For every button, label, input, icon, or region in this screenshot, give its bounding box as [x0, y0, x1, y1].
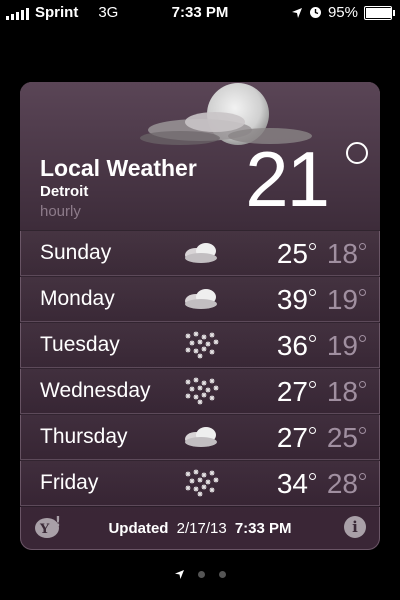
updated-time: 7:33 PM [234, 520, 292, 537]
forecast-list: Sunday 25 18 Monday 39 19 Tuesday 36 19 Wednesday… [20, 230, 380, 506]
forecast-day: Wednesday [40, 379, 151, 402]
cloudy-icon [182, 239, 220, 270]
degree-symbol [309, 473, 316, 480]
status-right: 95% [291, 4, 395, 21]
degree-symbol [309, 289, 316, 296]
degree-symbol [309, 381, 316, 388]
forecast-row: Sunday 25 18 [20, 230, 380, 276]
high-temperature: 34 [276, 468, 308, 499]
high-temperature: 27 [276, 422, 308, 453]
degree-symbol [359, 381, 366, 388]
battery-percent: 95% [327, 4, 358, 21]
current-temperature: 21 [245, 135, 330, 223]
forecast-day: Monday [40, 287, 115, 310]
forecast-day: Friday [40, 471, 99, 494]
snow-icon [182, 331, 220, 364]
card-footer: Y ! Updated 2/17/13 7:33 PM i [20, 506, 380, 550]
degree-symbol [309, 243, 316, 250]
page-dot[interactable] [218, 571, 226, 578]
cloudy-icon [182, 285, 220, 316]
forecast-day: Sunday [40, 241, 112, 264]
forecast-row: Friday 34 28 [20, 460, 380, 506]
page-dot[interactable] [197, 571, 205, 578]
degree-symbol [359, 335, 366, 342]
high-temperature: 27 [276, 376, 308, 407]
updated-date: 2/17/13 [176, 520, 227, 537]
forecast-day: Tuesday [40, 333, 120, 356]
low-temperature: 19 [326, 330, 358, 361]
alarm-clock-icon [309, 7, 321, 18]
low-temperature: 25 [326, 422, 358, 453]
degree-symbol [359, 427, 366, 434]
updated-timestamp: Updated 2/17/13 7:33 PM [20, 520, 380, 537]
low-temperature: 19 [326, 284, 358, 315]
high-temperature: 25 [276, 238, 308, 269]
low-temperature: 18 [326, 376, 358, 407]
snow-icon [182, 377, 220, 410]
degree-symbol [309, 427, 316, 434]
forecast-mode-label[interactable]: hourly [40, 203, 81, 220]
low-temperature: 28 [326, 468, 358, 499]
city-name: Detroit [40, 183, 89, 200]
high-temperature: 36 [276, 330, 308, 361]
cloudy-icon [182, 423, 220, 454]
updated-label: Updated [108, 520, 169, 537]
degree-symbol [359, 243, 366, 250]
app-title: Local Weather [40, 155, 197, 181]
high-temperature: 39 [276, 284, 308, 315]
forecast-day: Thursday [40, 425, 128, 448]
degree-symbol [309, 335, 316, 342]
low-temperature: 18 [326, 238, 358, 269]
forecast-row: Tuesday 36 19 [20, 322, 380, 368]
battery-icon [364, 5, 395, 20]
forecast-row: Monday 39 19 [20, 276, 380, 322]
forecast-row: Thursday 27 25 [20, 414, 380, 460]
degree-symbol [359, 289, 366, 296]
page-indicator[interactable] [0, 570, 400, 579]
weather-card[interactable]: Local Weather Detroit hourly 21 Sunday 25… [20, 82, 380, 550]
status-bar: Sprint 3G 7:33 PM 95% [0, 0, 400, 26]
degree-symbol [359, 473, 366, 480]
location-page-icon [174, 570, 184, 579]
location-arrow-icon [291, 7, 302, 18]
info-icon[interactable]: i [344, 516, 366, 538]
degree-symbol [346, 142, 368, 164]
forecast-row: Wednesday 27 18 [20, 368, 380, 414]
snow-icon [182, 469, 220, 502]
